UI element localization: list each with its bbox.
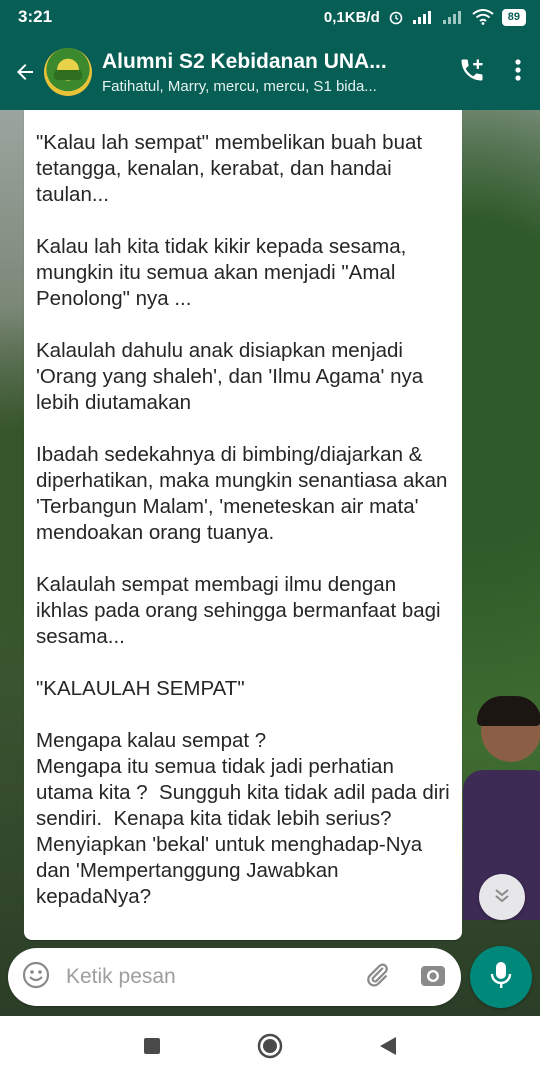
system-nav-bar [0,1016,540,1080]
chat-header: Alumni S2 Kebidanan UNA... Fatihatul, Ma… [0,34,540,110]
wifi-icon [472,9,494,25]
signal-icon [412,10,434,24]
nav-back-icon[interactable] [379,1036,397,1061]
signal-2-icon [442,10,464,24]
nav-recents-icon[interactable] [143,1037,161,1060]
battery-level: 89 [501,8,526,26]
alarm-icon [388,9,404,25]
camera-icon[interactable] [419,961,447,994]
mic-button[interactable] [470,946,532,1008]
status-time: 3:21 [18,7,53,26]
message-text: "Kalau lah sempat" membelikan buah buat … [36,131,450,908]
group-avatar[interactable] [44,48,92,96]
message-input[interactable]: Ketik pesan [66,965,363,989]
network-speed: 0,1KB/d [323,8,380,26]
composer-icons [363,961,447,994]
chat-title-block[interactable]: Alumni S2 Kebidanan UNA... Fatihatul, Ma… [102,50,422,95]
status-right: 0,1KB/d 89 [323,8,526,26]
message-composer: Ketik pesan [8,948,461,1006]
scroll-down-button[interactable] [479,874,525,920]
mic-icon [489,960,513,995]
header-actions [458,56,540,89]
group-members: Fatihatul, Marry, mercu, mercu, S1 bida.… [102,77,377,95]
group-name: Alumni S2 Kebidanan UNA... [102,49,387,73]
attach-icon[interactable] [363,961,391,994]
message-bubble[interactable]: "Kalau lah sempat" membelikan buah buat … [24,110,462,940]
emoji-icon[interactable] [22,961,50,994]
status-bar: 3:21 0,1KB/d 89 [0,0,540,34]
back-arrow-icon[interactable] [8,60,42,84]
nav-home-icon[interactable] [257,1033,283,1064]
more-vert-icon[interactable] [514,58,522,87]
add-call-icon[interactable] [458,56,486,89]
scroll-down-icon [492,885,512,910]
